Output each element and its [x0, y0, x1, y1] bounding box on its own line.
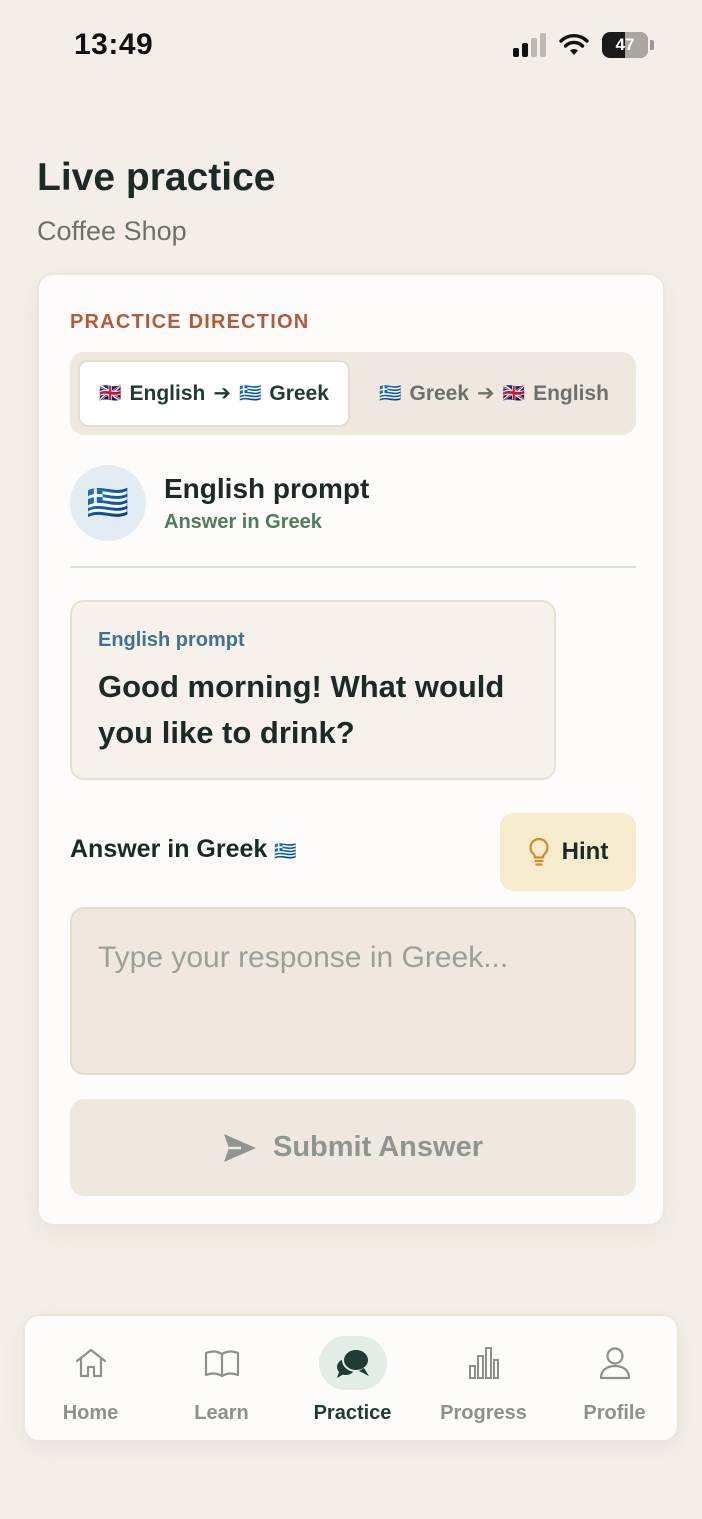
greece-flag-avatar: 🇬🇷	[70, 465, 146, 541]
bar-chart-icon	[450, 1336, 518, 1390]
book-icon	[188, 1336, 256, 1390]
cellular-signal-icon	[513, 33, 546, 57]
greece-flag-icon: 🇬🇷	[274, 841, 297, 861]
nav-item-home[interactable]: Home	[25, 1316, 156, 1440]
answer-label: Answer in Greek 🇬🇷	[70, 835, 297, 864]
prompt-bubble: English prompt Good morning! What would …	[70, 600, 556, 780]
nav-label-home: Home	[62, 1402, 119, 1424]
status-bar: 13:49 47	[0, 0, 702, 90]
nav-label-learn: Learn	[194, 1402, 249, 1424]
wifi-icon	[559, 34, 589, 55]
uk-flag-icon: 🇬🇧	[502, 383, 526, 403]
greece-flag-icon: 🇬🇷	[238, 383, 262, 403]
submit-button-label: Submit Answer	[272, 1131, 483, 1163]
greece-flag-icon: 🇬🇷	[379, 383, 402, 403]
direction-to-label: English	[533, 381, 609, 405]
lightbulb-icon	[529, 837, 549, 866]
mode-header: 🇬🇷 English prompt Answer in Greek	[70, 465, 636, 541]
practice-direction-label: PRACTICE DIRECTION	[70, 311, 310, 333]
direction-option-english-to-greek[interactable]: 🇬🇧 English ➔ 🇬🇷 Greek	[78, 360, 350, 427]
chat-bubbles-icon	[318, 1336, 387, 1390]
hint-button-label: Hint	[561, 838, 609, 865]
direction-toggle: 🇬🇧 English ➔ 🇬🇷 Greek 🇬🇷 Greek ➔ 🇬🇧 Engl…	[70, 352, 636, 435]
practice-card: PRACTICE DIRECTION 🇬🇧 English ➔ 🇬🇷 Greek…	[37, 273, 665, 1226]
nav-label-progress: Progress	[440, 1402, 527, 1424]
mode-title: English prompt	[164, 473, 370, 504]
nav-label-profile: Profile	[583, 1402, 646, 1424]
answer-input[interactable]	[70, 907, 636, 1075]
arrow-right-icon: ➔	[213, 382, 231, 405]
uk-flag-icon: 🇬🇧	[99, 383, 122, 403]
nav-item-profile[interactable]: Profile	[549, 1316, 680, 1440]
page-title: Live practice	[37, 156, 276, 199]
direction-from-label: English	[129, 381, 206, 405]
status-time: 13:49	[74, 28, 154, 61]
battery-level: 47	[615, 35, 635, 54]
divider	[70, 566, 636, 568]
direction-option-greek-to-english[interactable]: 🇬🇷 Greek ➔ 🇬🇧 English	[360, 360, 628, 427]
prompt-label: English prompt	[98, 629, 245, 651]
nav-label-practice: Practice	[313, 1402, 392, 1424]
page-subtitle: Coffee Shop	[37, 216, 187, 246]
nav-item-progress[interactable]: Progress	[418, 1316, 549, 1440]
hint-button[interactable]: Hint	[500, 813, 636, 891]
submit-answer-button[interactable]: Submit Answer	[70, 1099, 636, 1196]
bottom-nav: Home Learn Practice Progress Profile	[23, 1314, 679, 1442]
status-icons: 47	[513, 32, 654, 58]
nav-item-practice[interactable]: Practice	[287, 1316, 418, 1440]
nav-item-learn[interactable]: Learn	[156, 1316, 287, 1440]
answer-label-text: Answer in Greek	[70, 835, 268, 863]
battery-icon: 47	[602, 32, 654, 58]
user-icon	[581, 1336, 649, 1390]
direction-to-label: Greek	[269, 381, 329, 405]
arrow-right-icon: ➔	[477, 382, 495, 405]
home-icon	[57, 1336, 125, 1390]
mode-subtitle: Answer in Greek	[164, 511, 322, 533]
prompt-text: Good morning! What would you like to dri…	[98, 669, 505, 750]
direction-from-label: Greek	[409, 381, 470, 405]
send-icon	[223, 1133, 256, 1162]
